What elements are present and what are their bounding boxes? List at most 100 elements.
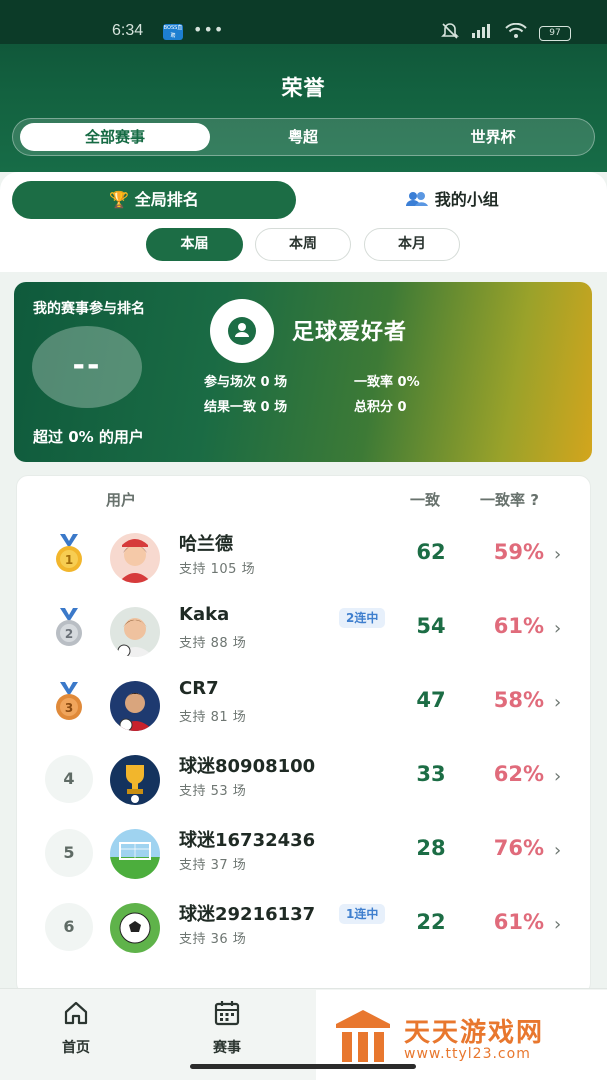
column-header-match: 一致 xyxy=(410,491,441,509)
svg-text:3: 3 xyxy=(65,701,73,715)
notification-badge: BOSS直聘 xyxy=(163,24,183,40)
stat-result-match: 结果一致 0 场 xyxy=(204,400,288,415)
avatar xyxy=(110,681,160,731)
svg-text:1: 1 xyxy=(65,553,73,567)
beat-percentage-text: 超过 0% 的用户 xyxy=(33,428,144,446)
avatar xyxy=(110,533,160,583)
tab-yuechao[interactable]: 粤超 xyxy=(208,123,398,151)
nav-home[interactable]: 首页 xyxy=(16,989,136,1059)
stat-consistency-rate: 一致率 0% xyxy=(354,375,420,390)
header-area: 6:34 BOSS直聘 ••• 97 荣誉 全部赛事 粤超 世界杯 xyxy=(0,0,607,172)
status-bar: 6:34 BOSS直聘 ••• 97 xyxy=(0,0,607,44)
chevron-right-icon: › xyxy=(554,840,562,861)
group-icon xyxy=(405,190,435,209)
tab-world-cup[interactable]: 世界杯 xyxy=(398,123,588,151)
consistency-rate: 59% xyxy=(493,540,544,564)
user-avatar[interactable] xyxy=(210,299,274,363)
support-count: 支持 81 场 xyxy=(179,710,247,725)
my-rank-circle: -- xyxy=(32,326,142,408)
tab-this-season[interactable]: 本届 xyxy=(146,228,243,261)
consistency-rate: 61% xyxy=(493,910,544,934)
column-header-user: 用户 xyxy=(106,491,137,509)
avatar xyxy=(110,829,160,879)
nav-home-label: 首页 xyxy=(62,1040,90,1056)
user-name: 球迷16732436 xyxy=(179,830,316,851)
chevron-right-icon: › xyxy=(554,766,562,787)
user-name: 球迷80908100 xyxy=(179,756,316,777)
tab-this-month[interactable]: 本月 xyxy=(364,228,460,261)
support-count: 支持 37 场 xyxy=(179,858,247,873)
rank-number: 6 xyxy=(45,903,93,951)
avatar xyxy=(110,903,160,953)
mute-icon xyxy=(441,22,459,44)
user-name: 哈兰德 xyxy=(179,534,233,555)
table-row[interactable]: 5 球迷16732436 支持 37 场 28 76% › xyxy=(16,816,591,890)
tab-my-group-label: 我的小组 xyxy=(434,190,499,209)
watermark-logo-icon xyxy=(336,1010,390,1062)
support-count: 支持 36 场 xyxy=(179,932,247,947)
streak-badge: 1连中 xyxy=(339,904,386,924)
chevron-right-icon: › xyxy=(554,544,562,565)
my-rank-value: -- xyxy=(72,348,102,383)
nav-matches[interactable]: 赛事 xyxy=(167,989,287,1059)
chevron-right-icon: › xyxy=(554,618,562,639)
competition-tabs: 全部赛事 粤超 世界杯 xyxy=(12,118,595,156)
match-count: 62 xyxy=(416,540,446,564)
table-row[interactable]: 4 球迷80908100 支持 53 场 33 62% › xyxy=(16,742,591,816)
match-count: 28 xyxy=(416,836,446,860)
user-name: Kaka xyxy=(179,604,230,625)
home-icon xyxy=(64,1001,88,1025)
consistency-rate: 61% xyxy=(493,614,544,638)
my-rank-card: 我的赛事参与排名 -- 超过 0% 的用户 足球爱好者 参与场次 0 场 一致率… xyxy=(14,282,592,462)
table-row[interactable]: 1 哈兰德 支持 105 场 62 59% › xyxy=(16,520,591,594)
support-count: 支持 105 场 xyxy=(179,562,256,577)
user-name: 球迷29216137 xyxy=(179,904,316,925)
nav-matches-label: 赛事 xyxy=(213,1040,241,1056)
rank-number: 5 xyxy=(45,829,93,877)
consistency-rate: 62% xyxy=(493,762,544,786)
watermark-title: 天天游戏网 xyxy=(404,1018,545,1048)
watermark-url: www.ttyl23.com xyxy=(404,1046,531,1062)
silver-medal-icon: 2 xyxy=(52,608,86,652)
column-header-rate[interactable]: 一致率 ? xyxy=(480,489,539,510)
avatar xyxy=(110,607,160,657)
stat-total-points: 总积分 0 xyxy=(354,400,407,415)
support-count: 支持 88 场 xyxy=(179,636,247,651)
person-icon xyxy=(228,317,256,345)
page-title: 荣誉 xyxy=(281,76,326,100)
match-count: 22 xyxy=(416,910,446,934)
home-indicator[interactable] xyxy=(190,1064,416,1069)
table-row[interactable]: 3 CR7 支持 81 场 47 58% › xyxy=(16,668,591,742)
streak-badge: 2连中 xyxy=(339,608,386,628)
consistency-rate: 58% xyxy=(493,688,544,712)
wifi-icon xyxy=(505,22,527,43)
table-row[interactable]: 2 Kaka 支持 88 场 2连中 54 61% › xyxy=(16,594,591,668)
more-notifications-icon: ••• xyxy=(193,20,225,39)
table-row[interactable]: 6 球迷29216137 支持 36 场 1连中 22 61% › xyxy=(16,890,591,964)
my-rank-label: 我的赛事参与排名 xyxy=(33,301,145,317)
avatar xyxy=(110,755,160,805)
user-name: CR7 xyxy=(179,678,219,699)
match-count: 54 xyxy=(416,614,446,638)
match-count: 33 xyxy=(416,762,446,786)
svg-text:2: 2 xyxy=(65,627,73,641)
rank-number: 4 xyxy=(45,755,93,803)
consistency-rate: 76% xyxy=(493,836,544,860)
status-time: 6:34 xyxy=(112,22,144,39)
stat-played: 参与场次 0 场 xyxy=(204,375,288,390)
support-count: 支持 53 场 xyxy=(179,784,247,799)
tab-this-week[interactable]: 本周 xyxy=(255,228,351,261)
tab-my-group[interactable]: 我的小组 xyxy=(310,181,594,219)
match-count: 47 xyxy=(416,688,446,712)
calendar-icon xyxy=(214,1001,240,1026)
user-name: 足球爱好者 xyxy=(292,320,408,345)
tab-all-competitions[interactable]: 全部赛事 xyxy=(20,123,210,151)
trophy-icon: 🏆 xyxy=(109,190,130,209)
gold-medal-icon: 1 xyxy=(52,534,86,578)
chevron-right-icon: › xyxy=(554,692,562,713)
battery-icon: 97 xyxy=(539,25,571,41)
tab-global-ranking[interactable]: 🏆 全局排名 xyxy=(12,181,296,219)
chevron-right-icon: › xyxy=(554,914,562,935)
bronze-medal-icon: 3 xyxy=(52,682,86,726)
tab-global-ranking-label: 全局排名 xyxy=(134,190,199,209)
